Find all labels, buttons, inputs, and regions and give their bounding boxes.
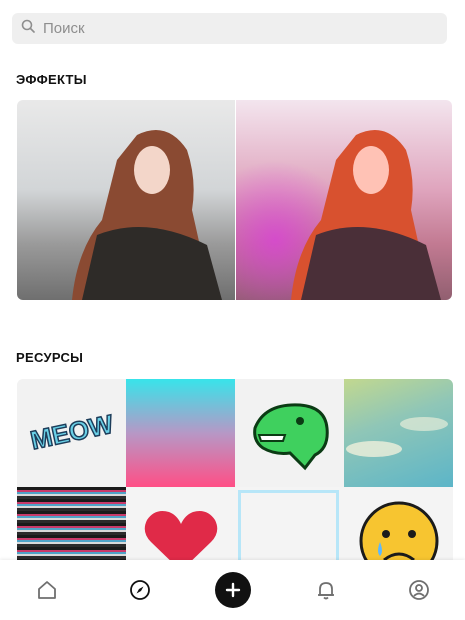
resource-tile-frame[interactable] (235, 487, 344, 561)
resource-tile-heart-sticker[interactable] (126, 487, 235, 561)
resource-tile-meow-sticker[interactable]: MEOW (17, 379, 126, 487)
search-input[interactable] (41, 19, 425, 38)
effect-after-image (234, 100, 452, 300)
effect-before-image (17, 100, 235, 300)
search-icon (21, 19, 35, 38)
frame-shape (238, 490, 339, 561)
nav-home[interactable] (23, 566, 71, 614)
resource-tile-sad-smiley-sticker[interactable] (344, 487, 453, 561)
heart-sticker (144, 511, 217, 561)
search-bar[interactable] (12, 13, 447, 44)
meow-sticker: MEOW (26, 408, 116, 456)
sad-smiley-sticker (359, 501, 438, 561)
nav-create[interactable] (209, 566, 257, 614)
resource-tile-gradient[interactable] (126, 379, 235, 487)
bottom-navigation (0, 560, 465, 620)
compass-icon (129, 580, 150, 600)
resources-title: РЕСУРСЫ (16, 350, 84, 365)
svg-text:MEOW: MEOW (27, 409, 116, 456)
bell-icon (317, 582, 334, 600)
profile-icon (408, 580, 429, 600)
dinosaur-sticker (252, 403, 329, 471)
effects-title: ЭФФЕКТЫ (16, 72, 87, 87)
effects-preview[interactable] (17, 100, 452, 300)
nav-notifications[interactable] (302, 566, 350, 614)
home-icon (37, 581, 56, 599)
resource-tile-sky-texture[interactable] (344, 379, 453, 487)
resource-tile-glitch-texture[interactable] (17, 487, 126, 561)
nav-explore[interactable] (116, 566, 164, 614)
resources-grid: MEOW (17, 379, 453, 561)
resource-tile-dinosaur-sticker[interactable] (235, 379, 344, 487)
plus-icon (214, 572, 251, 608)
nav-profile[interactable] (395, 566, 443, 614)
